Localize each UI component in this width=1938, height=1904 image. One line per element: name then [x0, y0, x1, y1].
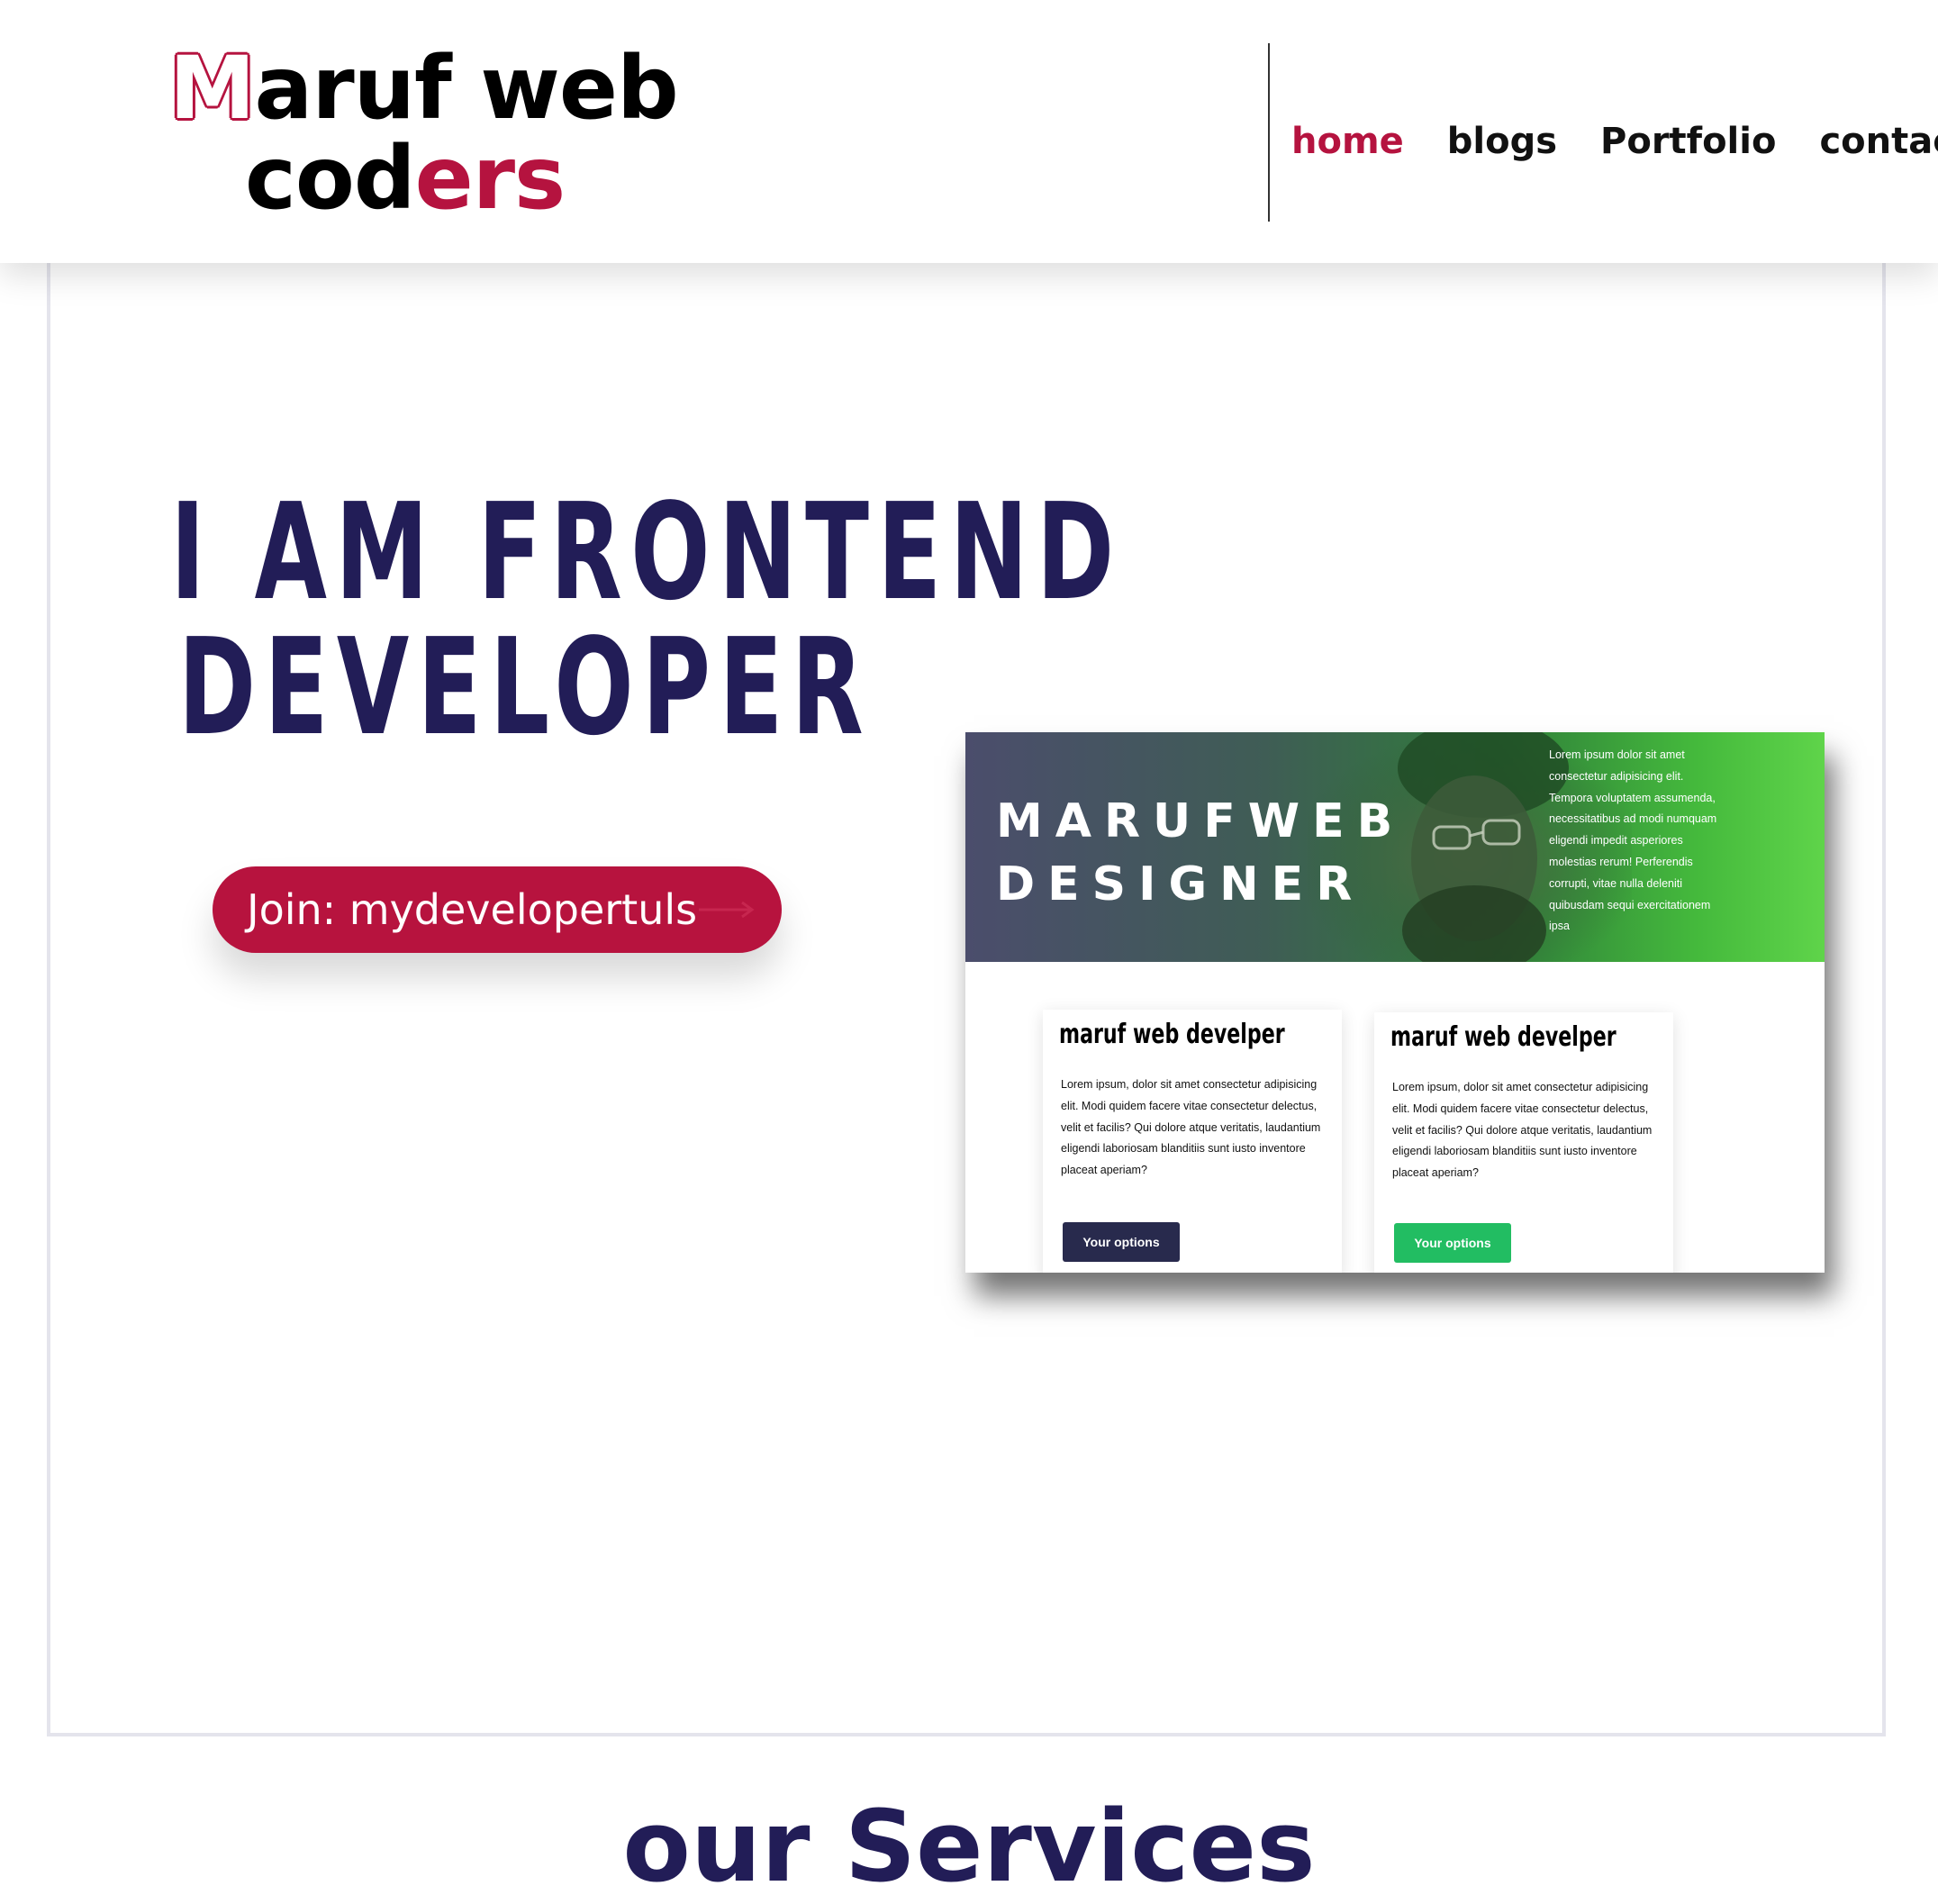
preview-card: maruf web develper Lorem ipsum, dolor si…	[1374, 1012, 1673, 1273]
services-title: our Services	[622, 1789, 1316, 1904]
portfolio-preview[interactable]: MARUFWEB DESIGNER Lorem ipsum dolor sit …	[965, 732, 1825, 1273]
site-header: Maruf web coders home blogs Portfolio co…	[0, 0, 1938, 263]
preview-brand-line-1: MARUFWEB	[996, 794, 1406, 848]
nav-contact[interactable]: contact	[1819, 121, 1938, 162]
your-options-button[interactable]: Your options	[1063, 1222, 1180, 1262]
preview-card-title: maruf web develper	[1390, 1021, 1617, 1053]
preview-brand-title: MARUFWEB DESIGNER	[996, 790, 1405, 916]
nav-home[interactable]: home	[1291, 121, 1404, 162]
arrow-right-icon	[699, 901, 755, 919]
nav-divider	[1268, 43, 1270, 222]
preview-card-title: maruf web develper	[1059, 1019, 1285, 1050]
logo-line-2: coders	[169, 133, 638, 223]
preview-card-body: Lorem ipsum, dolor sit amet consectetur …	[1392, 1081, 1653, 1180]
hero-title-line-1: I AM FRONTEND	[170, 475, 1123, 630]
logo-line-2-accent: ers	[414, 128, 566, 229]
preview-card: maruf web develper Lorem ipsum, dolor si…	[1043, 1010, 1342, 1273]
hero-title: I AM FRONTEND DEVELOPER	[170, 475, 1123, 765]
your-options-button[interactable]: Your options	[1394, 1223, 1511, 1263]
site-logo[interactable]: Maruf web coders	[169, 43, 679, 223]
nav-portfolio[interactable]: Portfolio	[1600, 121, 1776, 162]
preview-banner-text: Lorem ipsum dolor sit amet consectetur a…	[1549, 748, 1717, 933]
logo-line-1: Maruf web	[169, 43, 679, 133]
preview-brand-line-2: DESIGNER	[996, 857, 1365, 911]
preview-banner: MARUFWEB DESIGNER Lorem ipsum dolor sit …	[965, 732, 1825, 962]
join-cta-label: Join: mydevelopertuls	[247, 885, 698, 934]
join-cta-button[interactable]: Join: mydevelopertuls	[213, 866, 782, 953]
logo-initial: M	[169, 38, 256, 139]
hero-title-line-2: DEVELOPER	[177, 610, 873, 765]
logo-line-1-text: aruf web	[254, 38, 679, 139]
nav-blogs[interactable]: blogs	[1447, 121, 1557, 162]
logo-line-2-text: cod	[245, 128, 416, 229]
main-nav: home blogs Portfolio contact	[1291, 121, 1938, 162]
preview-card-body: Lorem ipsum, dolor sit amet consectetur …	[1061, 1078, 1321, 1177]
